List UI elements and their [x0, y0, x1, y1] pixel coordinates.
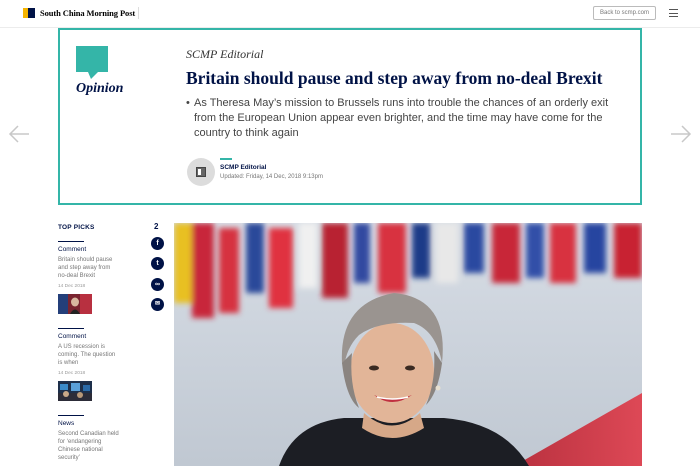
- top-pick-item[interactable]: Comment A US recession is coming. The qu…: [58, 328, 120, 401]
- byline-accent: [220, 158, 232, 160]
- email-icon[interactable]: ✉: [151, 298, 164, 311]
- item-rule: [58, 241, 84, 242]
- back-to-scmp-button[interactable]: Back to scmp.com: [593, 6, 656, 20]
- item-category[interactable]: Comment: [58, 246, 120, 253]
- link-icon[interactable]: ∞: [151, 278, 164, 291]
- top-picks-title: TOP PICKS: [58, 224, 95, 231]
- item-thumbnail[interactable]: [58, 381, 92, 401]
- header-divider: [138, 7, 139, 19]
- scmp-logo-icon: [23, 8, 35, 18]
- item-date: 14 Dec 2018: [58, 284, 86, 289]
- summary-bullet: •: [186, 97, 190, 109]
- top-pick-item[interactable]: News Second Canadian held for ‘endangeri…: [58, 415, 120, 462]
- section-label[interactable]: Opinion: [76, 81, 123, 97]
- speech-bubble-icon: [76, 46, 108, 79]
- logo-text: South China Morning Post: [40, 8, 136, 18]
- top-pick-item[interactable]: Comment Britain should pause and step aw…: [58, 241, 120, 314]
- item-headline[interactable]: Second Canadian held for ‘endangering Ch…: [58, 430, 120, 462]
- hero-image[interactable]: [174, 223, 642, 466]
- arrow-right-icon[interactable]: [670, 125, 692, 143]
- article-author[interactable]: SCMP Editorial: [186, 47, 263, 62]
- top-header: South China Morning Post Back to scmp.co…: [0, 0, 700, 28]
- byline-author[interactable]: SCMP Editorial: [220, 164, 266, 171]
- share-count: 2: [154, 222, 159, 231]
- item-headline[interactable]: Britain should pause and step away from …: [58, 256, 120, 280]
- article-summary: • As Theresa May’s mission to Brussels r…: [186, 96, 616, 141]
- scmp-logo[interactable]: South China Morning Post: [23, 8, 135, 18]
- item-rule: [58, 415, 84, 416]
- item-thumbnail[interactable]: [58, 294, 92, 314]
- summary-text: As Theresa May’s mission to Brussels run…: [194, 97, 609, 139]
- item-rule: [58, 328, 84, 329]
- opinion-header-card: Opinion SCMP Editorial Britain should pa…: [58, 28, 642, 205]
- article-title: Britain should pause and step away from …: [186, 68, 603, 88]
- twitter-icon[interactable]: t: [151, 257, 164, 270]
- item-date: 14 Dec 2018: [58, 371, 86, 376]
- item-category[interactable]: Comment: [58, 333, 120, 340]
- author-avatar[interactable]: [187, 158, 215, 186]
- updated-timestamp: Updated: Friday, 14 Dec, 2018 9:13pm: [220, 174, 323, 180]
- hamburger-menu-icon[interactable]: [669, 9, 678, 17]
- arrow-left-icon[interactable]: [8, 125, 30, 143]
- item-category[interactable]: News: [58, 420, 120, 427]
- item-headline[interactable]: A US recession is coming. The question i…: [58, 343, 120, 367]
- facebook-icon[interactable]: f: [151, 237, 164, 250]
